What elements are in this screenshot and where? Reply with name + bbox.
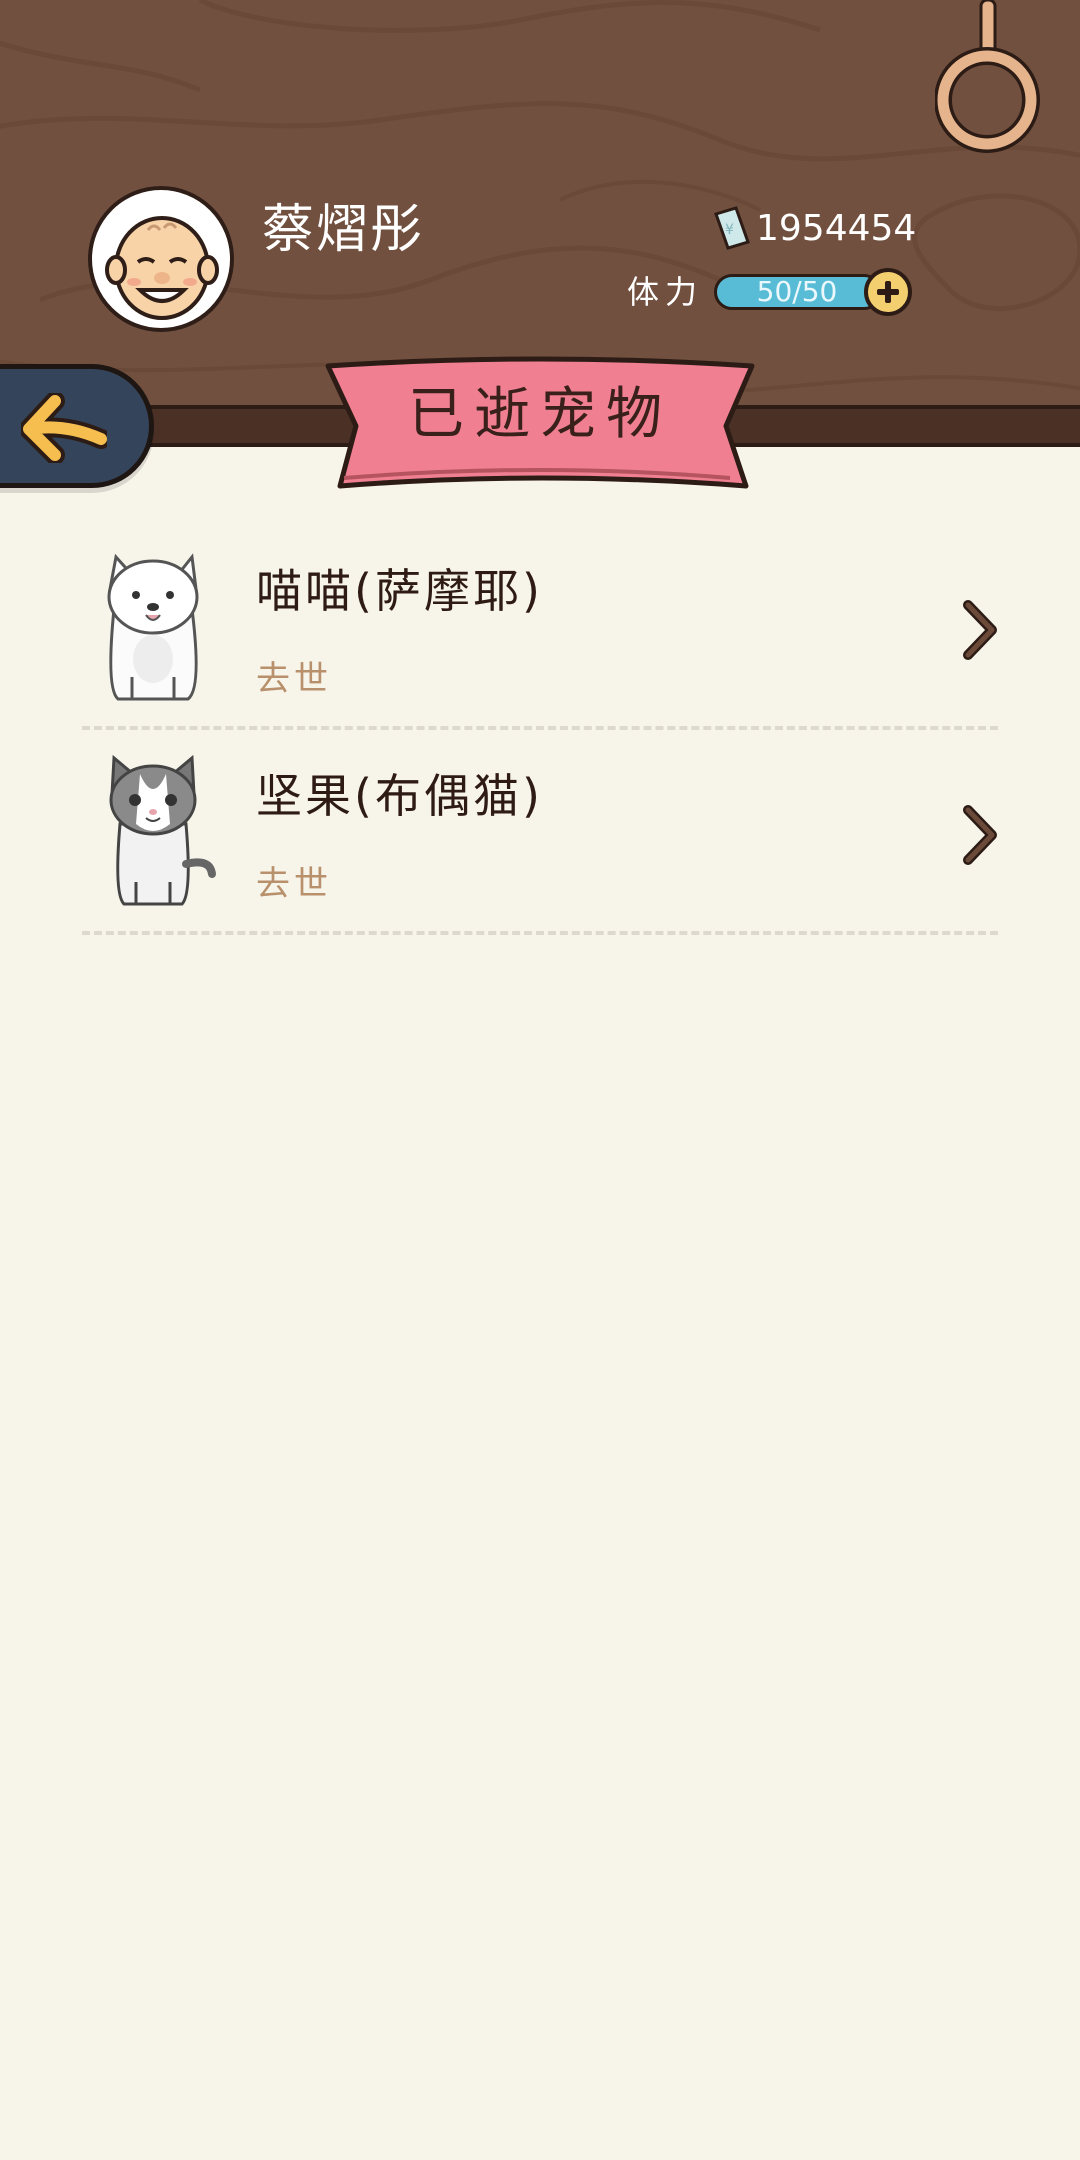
add-stamina-button[interactable] [864,268,912,316]
player-name: 蔡熠彤 [262,200,425,260]
chevron-right-icon [963,805,997,865]
pet-name: 喵喵(萨摩耶) [256,564,543,618]
stamina-label: 体力 [627,273,704,311]
stamina-bar: 50/50 [714,274,882,310]
stamina-value: 50/50 [756,275,838,308]
pet-name: 坚果(布偶猫) [256,769,543,823]
hanging-ring-icon [935,0,1040,153]
arrow-left-icon [21,393,107,463]
pet-list: 喵喵(萨摩耶) 去世 坚果(布偶猫) 去世 [0,525,1080,935]
old-man-avatar-icon [105,216,219,320]
pet-status: 去世 [256,659,332,699]
pet-status: 去世 [256,864,332,904]
svg-text:¥: ¥ [725,222,734,238]
page-title: 已逝宠物 [408,382,672,447]
divider [82,931,998,935]
money-bill-icon: ¥ [714,206,750,250]
back-button[interactable] [0,364,154,488]
list-item[interactable]: 坚果(布偶猫) 去世 [0,730,1080,935]
chevron-right-icon [963,600,997,660]
money-value: 1954454 [756,208,917,249]
page-title-banner: 已逝宠物 [322,352,758,494]
avatar[interactable] [88,186,234,332]
list-item[interactable]: 喵喵(萨摩耶) 去世 [0,525,1080,730]
ragdoll-cat-icon [109,754,216,906]
samoyed-dog-icon [107,553,199,701]
